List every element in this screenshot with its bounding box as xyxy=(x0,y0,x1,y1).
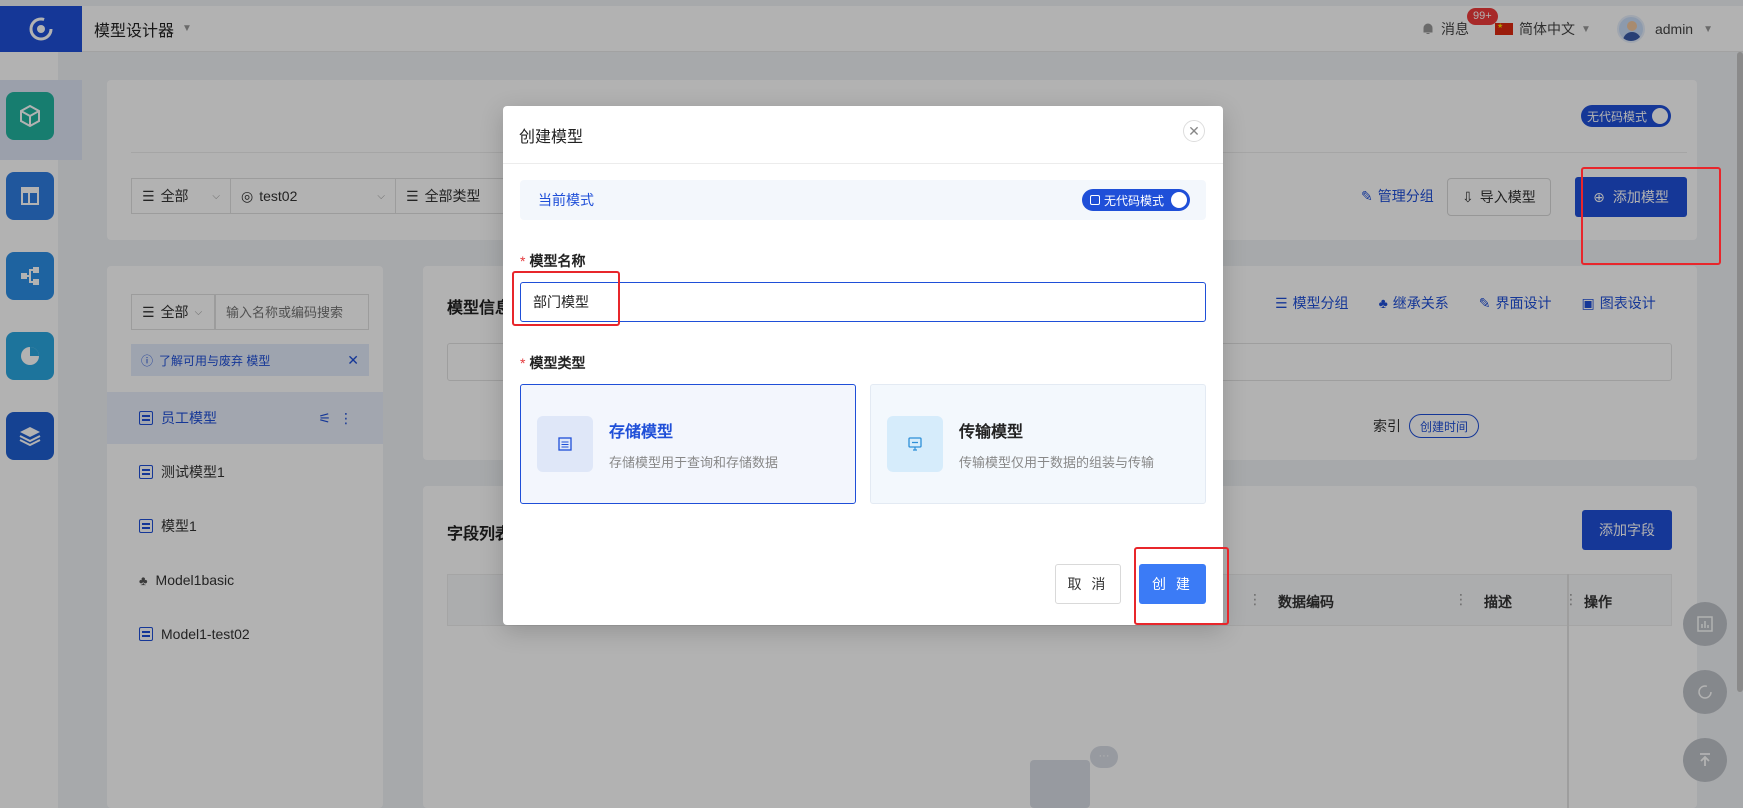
mode-toggle[interactable]: 无代码模式 xyxy=(1081,189,1190,211)
storage-model-icon xyxy=(537,416,593,472)
transfer-model-icon xyxy=(887,416,943,472)
required-mark: * xyxy=(520,253,526,269)
model-name-input[interactable] xyxy=(520,282,1206,322)
transfer-model-title: 传输模型 xyxy=(959,423,1024,441)
highlight-box xyxy=(1581,167,1721,265)
toggle-knob xyxy=(1171,192,1187,208)
storage-model-desc: 存储模型用于查询和存储数据 xyxy=(609,454,779,470)
model-type-label-text: 模型类型 xyxy=(529,355,586,371)
mode-toggle-label: 无代码模式 xyxy=(1103,193,1164,208)
close-button[interactable]: ✕ xyxy=(1183,120,1205,142)
current-mode-bar: 当前模式 无代码模式 xyxy=(520,180,1206,220)
dialog-title: 创建模型 xyxy=(519,128,584,146)
model-name-label-text: 模型名称 xyxy=(529,253,586,269)
storage-model-option[interactable]: 存储模型 存储模型用于查询和存储数据 xyxy=(520,384,856,504)
model-type-label: * 模型类型 xyxy=(520,353,585,373)
required-mark: * xyxy=(520,355,526,371)
mode-icon xyxy=(1089,195,1100,205)
storage-model-title: 存储模型 xyxy=(609,423,674,441)
current-mode-label: 当前模式 xyxy=(538,192,594,208)
highlight-box xyxy=(1134,547,1229,625)
close-icon: ✕ xyxy=(1188,122,1200,139)
cancel-button[interactable]: 取 消 xyxy=(1055,564,1121,604)
dialog-header: 创建模型 xyxy=(503,106,1223,164)
highlight-box xyxy=(512,271,620,326)
create-model-dialog: 创建模型 ✕ 当前模式 无代码模式 *模型名称 *模型类型 存储模型 存储模型用… xyxy=(503,106,1223,625)
transfer-model-option[interactable]: 传输模型 传输模型仅用于数据的组装与传输 xyxy=(870,384,1206,504)
model-name-label: * 模型名称 xyxy=(520,251,585,271)
transfer-model-desc: 传输模型仅用于数据的组装与传输 xyxy=(959,454,1155,470)
